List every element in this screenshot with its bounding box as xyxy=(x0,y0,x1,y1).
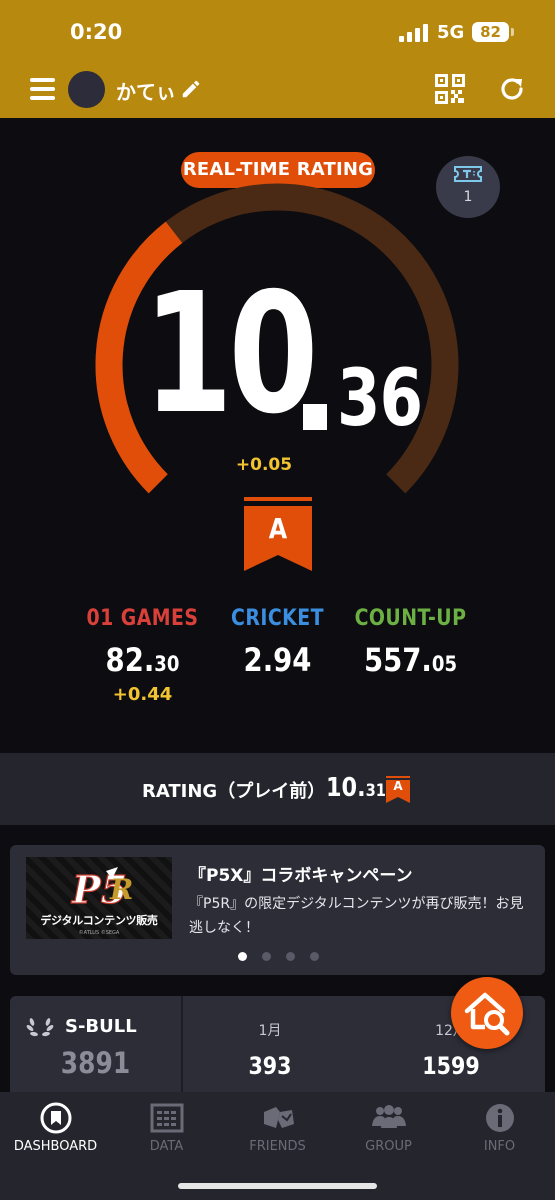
ticket-button[interactable]: 1 xyxy=(436,156,500,218)
battery-tip xyxy=(511,28,514,36)
s-bull-total: 3891 xyxy=(60,1046,131,1080)
home-search-icon xyxy=(464,992,510,1036)
menu-icon[interactable] xyxy=(30,78,55,100)
nav-friends[interactable]: FRIENDS xyxy=(222,1092,333,1182)
dashboard-icon xyxy=(40,1102,72,1134)
nav-label: DATA xyxy=(149,1139,184,1154)
rating-class: A xyxy=(268,512,288,545)
shop-search-button[interactable] xyxy=(451,977,523,1049)
nav-label: FRIENDS xyxy=(249,1139,306,1154)
battery-icon: 82 xyxy=(472,22,509,42)
stat-title: COUNT-UP xyxy=(354,606,467,631)
rating-decimal-point xyxy=(303,404,327,430)
info-icon xyxy=(486,1104,514,1132)
rating-decimal: 36 xyxy=(337,354,423,444)
laurel-icon xyxy=(26,1018,54,1037)
nav-data[interactable]: DATA xyxy=(111,1092,222,1182)
status-bar: 0:20 5G 82 xyxy=(0,0,555,62)
campaign-image: P5 R デジタルコンテンツ販売 ©ATLUS ©SEGA xyxy=(26,857,172,939)
avatar[interactable] xyxy=(68,71,105,108)
nav-label: GROUP xyxy=(365,1139,412,1154)
network-type: 5G xyxy=(437,22,465,43)
campaign-image-copyright: ©ATLUS ©SEGA xyxy=(78,930,120,936)
rating-delta: +0.05 xyxy=(235,455,293,475)
nav-info[interactable]: INFO xyxy=(444,1092,555,1182)
home-indicator xyxy=(178,1183,377,1189)
stats-row: 01 GAMES 82.30 +0.44 CRICKET 2.94 COUNT-… xyxy=(0,606,555,716)
refresh-icon[interactable] xyxy=(497,74,527,104)
stat-count-up[interactable]: COUNT-UP 557.05 xyxy=(318,606,503,679)
s-bull-label: S-BULL xyxy=(65,1016,137,1037)
qr-code-icon[interactable] xyxy=(434,73,466,105)
pre-play-rating: RATING（プレイ前） 10.31 A xyxy=(0,753,555,825)
carousel-dot[interactable] xyxy=(310,952,319,961)
nav-label: DASHBOARD xyxy=(13,1139,98,1154)
pre-rating-value: 10.31 xyxy=(326,773,386,803)
campaign-description: 『P5R』の限定デジタルコンテンツが再び販売！お見逃しなく！ xyxy=(189,896,524,936)
stat-delta: +0.44 xyxy=(112,684,173,705)
svg-text:R: R xyxy=(109,873,133,906)
campaign-card[interactable]: P5 R デジタルコンテンツ販売 ©ATLUS ©SEGA 『P5X』コラボキャ… xyxy=(10,845,545,975)
ticket-icon xyxy=(454,166,482,182)
group-icon xyxy=(372,1105,406,1128)
campaign-title: 『P5X』コラボキャンペーン xyxy=(189,866,413,886)
nav-label: INFO xyxy=(483,1139,516,1154)
nav-dashboard[interactable]: DASHBOARD xyxy=(0,1092,111,1182)
rating-integer: 10 xyxy=(143,258,319,451)
campaign-image-caption: デジタルコンテンツ販売 xyxy=(40,914,158,927)
signal-icon xyxy=(399,24,429,42)
data-icon xyxy=(150,1103,184,1133)
month-value: 393 xyxy=(248,1052,292,1080)
ticket-count: 1 xyxy=(463,189,473,205)
carousel-dot[interactable] xyxy=(238,952,247,961)
user-name[interactable]: かてぃ xyxy=(116,76,176,105)
pre-rating-label: RATING（プレイ前） xyxy=(142,781,326,802)
friends-icon xyxy=(264,1107,294,1128)
nav-group[interactable]: GROUP xyxy=(333,1092,444,1182)
real-time-rating-badge: REAL-TIME RATING xyxy=(181,152,375,188)
pencil-icon[interactable] xyxy=(180,78,202,100)
app-header: かてぃ xyxy=(0,62,555,118)
status-time: 0:20 xyxy=(70,20,123,44)
p5r-logo-icon: P5 R xyxy=(70,867,133,911)
stat-value: 557.05 xyxy=(363,641,458,679)
carousel-dot[interactable] xyxy=(262,952,271,961)
pre-rating-class: A xyxy=(393,779,403,793)
divider xyxy=(181,996,183,1096)
month-value: 1599 xyxy=(422,1052,480,1080)
carousel-dot[interactable] xyxy=(286,952,295,961)
month-label: 1月 xyxy=(258,1023,282,1039)
